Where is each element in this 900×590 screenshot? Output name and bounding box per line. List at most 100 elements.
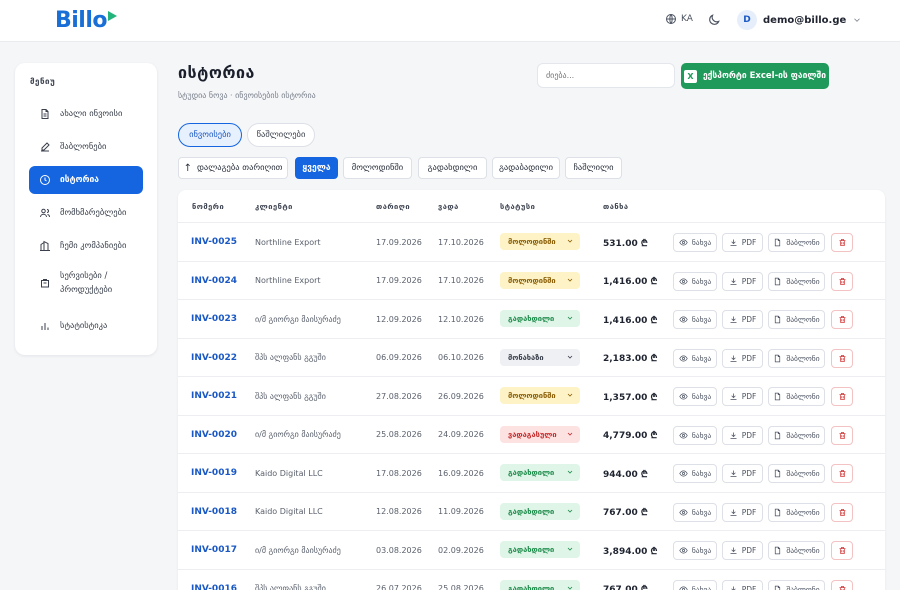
status-select[interactable]: გადახდილი [500,464,580,481]
export-excel-button[interactable]: X ექსპორტი Excel-ის ფაილში [681,63,829,89]
template-label: შაბლონი [786,430,820,440]
invoice-number-link[interactable]: INV-0023 [191,300,237,338]
template-button[interactable]: შაბლონი [768,348,825,368]
search-input[interactable] [537,63,675,88]
table-row[interactable]: INV-0023 ი/მ გიორგი მაისურაძე 12.09.2026 12… [178,299,885,337]
template-button[interactable]: შაბლონი [768,502,825,522]
delete-button[interactable] [831,310,853,329]
template-button[interactable]: შაბლონი [768,233,825,252]
due-date: 25.08.2026 [438,584,484,590]
invoice-amount: 3,894.00 ₾ [603,546,658,557]
sidebar-item-customers[interactable]: მომხმარებლები [29,199,143,227]
sidebar-item-statistics[interactable]: სტატისტიკა [29,312,143,340]
invoice-number-link[interactable]: INV-0021 [191,377,237,415]
status-select[interactable]: მოლოდინში [500,233,580,250]
table-row[interactable]: INV-0024 Northline Export 17.09.2026 17.10.… [178,260,885,300]
moon-icon[interactable] [707,13,721,27]
template-button[interactable]: შაბლონი [768,310,825,329]
view-button[interactable]: ნახვა [673,387,717,406]
view-label: ნახვა [691,584,712,590]
table-row[interactable]: INV-0022 შპს ალფანს გგუში 06.09.2026 06.10.… [178,337,885,377]
view-button[interactable]: ნახვა [673,579,717,590]
invoice-number-link[interactable]: INV-0025 [191,223,237,261]
table-row[interactable]: INV-0019 Kaido Digital LLC 17.08.2026 16.09… [178,453,885,491]
status-select[interactable]: მოლოდინში [500,271,580,289]
pdf-label: PDF [741,430,757,440]
delete-button[interactable] [831,541,853,560]
status-select[interactable]: გადახდილი [500,502,580,520]
delete-button[interactable] [831,271,853,291]
language-switcher[interactable]: KA [665,13,693,25]
pdf-button[interactable]: PDF [722,310,763,329]
filter-overdue[interactable]: გადაბადილი [492,157,560,179]
template-button[interactable]: შაბლონი [768,425,825,445]
billo-logo[interactable]: Billo [55,8,118,34]
status-select[interactable]: გადახდილი [500,310,580,327]
sidebar-item-new-invoice[interactable]: ახალი ინვოისი [29,100,143,128]
status-select[interactable]: გადახდილი [500,579,580,590]
invoice-number-link[interactable]: INV-0017 [191,531,237,569]
view-button[interactable]: ნახვა [673,233,717,252]
filter-all[interactable]: ყველა [295,157,338,179]
template-label: შაბლონი [786,546,820,555]
view-button[interactable]: ნახვა [673,425,717,445]
template-button[interactable]: შაბლონი [768,541,825,560]
template-label: შაბლონი [786,353,820,363]
pdf-button[interactable]: PDF [722,271,763,291]
delete-button[interactable] [831,233,853,252]
document-icon [775,431,781,439]
tab-invoices[interactable]: ინვოისები [178,123,242,147]
filter-paid[interactable]: გადახდილი [418,157,487,179]
delete-button[interactable] [831,387,853,406]
pdf-button[interactable]: PDF [722,502,763,522]
user-menu[interactable]: D demo@billo.ge [737,10,862,30]
pdf-button[interactable]: PDF [722,233,763,252]
delete-button[interactable] [831,502,853,522]
status-select[interactable]: გადახდილი [500,541,580,558]
pdf-button[interactable]: PDF [722,348,763,368]
invoice-number-link[interactable]: INV-0018 [191,493,237,531]
view-button[interactable]: ნახვა [673,271,717,291]
pdf-button[interactable]: PDF [722,387,763,406]
delete-button[interactable] [831,464,853,483]
filter-cancelled[interactable]: ჩაშლილი [565,157,622,179]
tab-deleted[interactable]: წაშლილები [247,123,315,147]
invoice-number-link[interactable]: INV-0024 [191,262,237,300]
sidebar-item-services[interactable]: სერვისები / პროდუქტები [29,265,143,301]
table-row[interactable]: INV-0020 ი/მ გიორგი მაისურაძე 25.08.2026 24… [178,414,885,454]
view-button[interactable]: ნახვა [673,310,717,329]
trash-icon [839,354,845,362]
view-button[interactable]: ნახვა [673,541,717,560]
invoice-number-link[interactable]: INV-0019 [191,454,237,492]
filter-pending[interactable]: მოლოდინში [343,157,412,179]
table-row[interactable]: INV-0016 შპს ალფანს გგუში 26.07.2026 25.08.… [178,568,885,590]
status-select[interactable]: მონახაზი [500,348,580,366]
template-button[interactable]: შაბლონი [768,579,825,590]
invoice-number-link[interactable]: INV-0016 [191,570,237,590]
delete-button[interactable] [831,348,853,368]
view-button[interactable]: ნახვა [673,502,717,522]
invoice-number-link[interactable]: INV-0022 [191,339,237,377]
delete-button[interactable] [831,579,853,590]
sidebar-item-companies[interactable]: ჩემი კომპანიები [29,232,143,260]
view-button[interactable]: ნახვა [673,348,717,368]
table-row[interactable]: INV-0017 ი/მ გიორგი მაისურაძე 03.08.2026 02… [178,530,885,568]
sidebar-item-templates[interactable]: შაბლონები [29,133,143,161]
pdf-button[interactable]: PDF [722,541,763,560]
status-select[interactable]: ვადაგასული [500,425,580,443]
sidebar-item-history[interactable]: ისტორია [29,166,143,194]
template-button[interactable]: შაბლონი [768,271,825,291]
pdf-button[interactable]: PDF [722,464,763,483]
template-button[interactable]: შაბლონი [768,387,825,406]
pdf-button[interactable]: PDF [722,579,763,590]
pdf-button[interactable]: PDF [722,425,763,445]
table-row[interactable]: INV-0018 Kaido Digital LLC 12.08.2026 11.09… [178,491,885,531]
invoice-number-link[interactable]: INV-0020 [191,416,237,454]
delete-button[interactable] [831,425,853,445]
template-button[interactable]: შაბლონი [768,464,825,483]
view-button[interactable]: ნახვა [673,464,717,483]
table-row[interactable]: INV-0021 შპს ალფანს გგუში 27.08.2026 26.09.… [178,376,885,414]
table-row[interactable]: INV-0025 Northline Export 17.09.2026 17.10.… [178,222,885,260]
status-select[interactable]: მოლოდინში [500,387,580,404]
sort-by-date-button[interactable]: ↑ დალაგება თარიღით [178,157,288,179]
